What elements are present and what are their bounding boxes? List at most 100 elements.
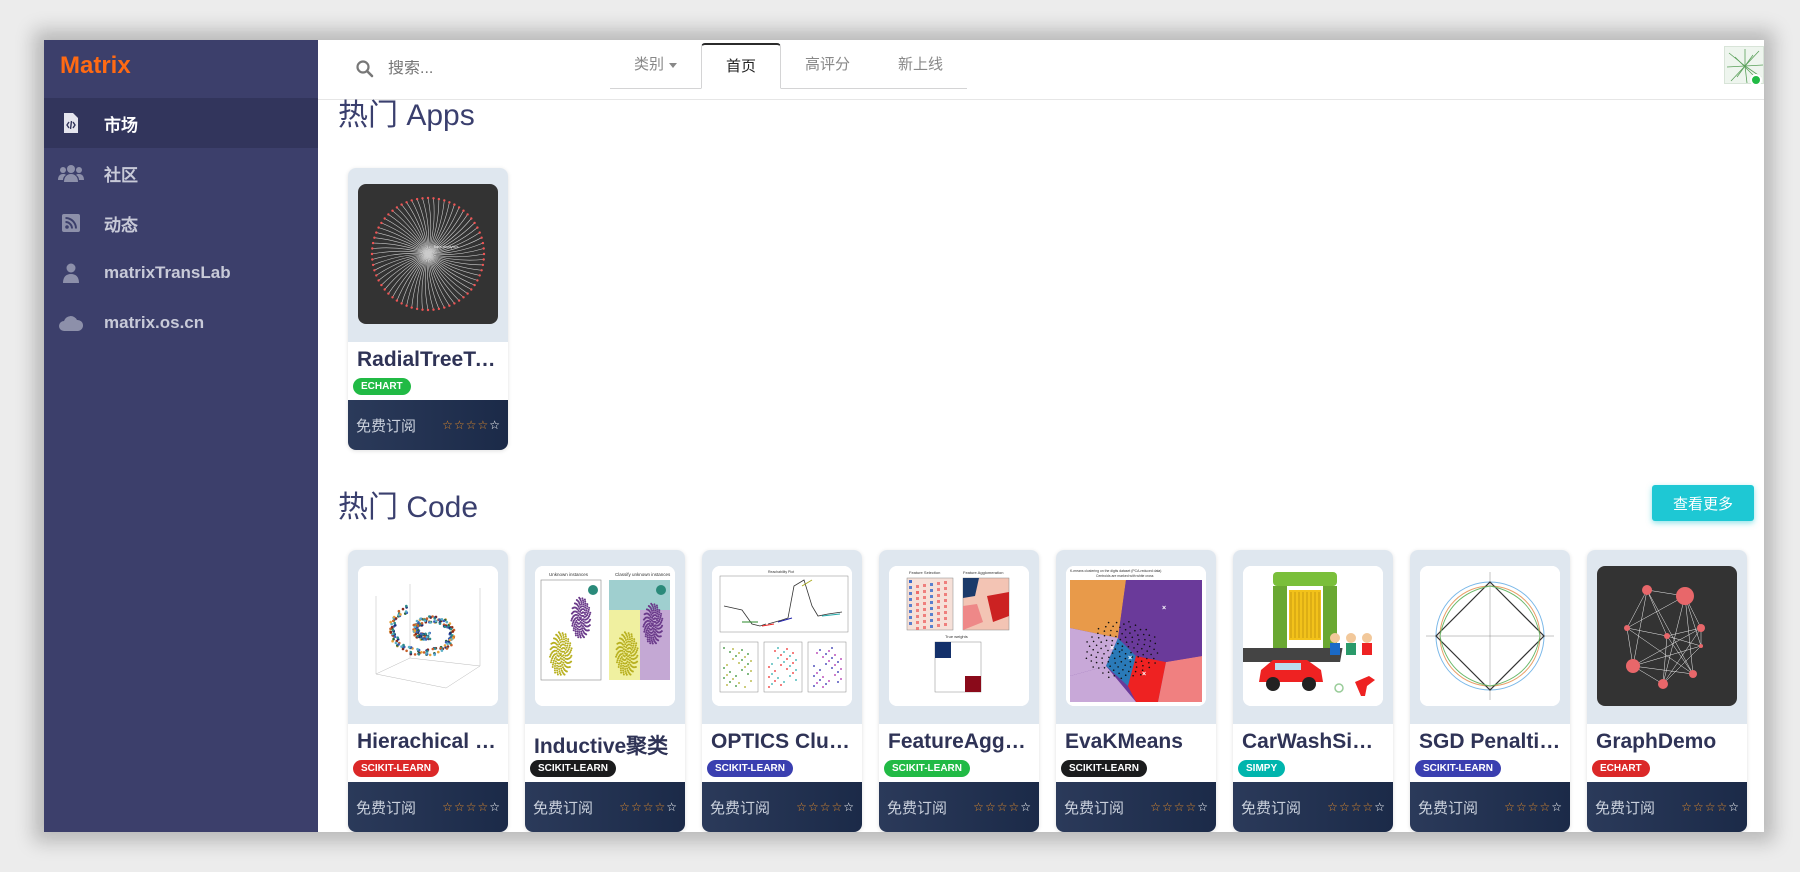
card-title[interactable]: CarWashSimpy (1233, 724, 1393, 758)
star-icon[interactable]: ☆ (808, 800, 819, 814)
app-card[interactable]: CarWashSimpy SIMPY 免费订阅 ☆ ☆ ☆ ☆ ☆ (1233, 550, 1393, 832)
star-icon[interactable]: ☆ (466, 800, 477, 814)
star-icon[interactable]: ☆ (1681, 800, 1692, 814)
code-file-icon (58, 112, 84, 134)
tab-2[interactable]: 首页 (701, 43, 782, 89)
app-card[interactable]: SGD Penalties SCIKIT-LEARN 免费订阅 ☆ ☆ ☆ ☆ ☆ (1410, 550, 1570, 832)
tab-label: 类别 (634, 56, 665, 73)
search-input[interactable] (388, 60, 568, 78)
star-icon[interactable]: ☆ (1516, 800, 1527, 814)
tab-4[interactable]: 新上线 (874, 43, 967, 88)
card-title[interactable]: OPTICS Clust... (702, 724, 862, 758)
star-icon[interactable]: ☆ (489, 800, 500, 814)
card-tag[interactable]: SCIKIT-LEARN (353, 760, 439, 777)
app-card[interactable]: Feature Selection Feature Agglomeration Tr… (879, 550, 1039, 832)
search-box[interactable] (356, 54, 586, 84)
card-title[interactable]: Inductive聚类 (525, 724, 685, 758)
card-title[interactable]: GraphDemo (1587, 724, 1747, 758)
star-icon[interactable]: ☆ (1008, 800, 1019, 814)
apps-section-title: 热门 Apps (338, 99, 475, 132)
star-icon[interactable]: ☆ (477, 418, 488, 432)
app-card[interactable]: Hierachical Cl... SCIKIT-LEARN 免费订阅 ☆ ☆ ☆ ☆ ☆ (348, 550, 508, 832)
card-thumbnail-area (1410, 550, 1570, 724)
card-title[interactable]: SGD Penalties (1410, 724, 1570, 758)
star-icon[interactable]: ☆ (1551, 800, 1562, 814)
brand-logo[interactable]: Matrix (44, 40, 318, 98)
star-icon[interactable]: ☆ (843, 800, 854, 814)
card-title[interactable]: Hierachical Cl... (348, 724, 508, 758)
app-card[interactable]: K-means clustering on the digits dataset… (1056, 550, 1216, 832)
star-icon[interactable]: ☆ (442, 800, 453, 814)
star-icon[interactable]: ☆ (1362, 800, 1373, 814)
star-icon[interactable]: ☆ (820, 800, 831, 814)
card-title[interactable]: EvaKMeans (1056, 724, 1216, 758)
subscribe-price[interactable]: 免费订阅 (356, 797, 416, 818)
card-title[interactable]: FeatureAgglo... (879, 724, 1039, 758)
card-tag[interactable]: SCIKIT-LEARN (884, 760, 970, 777)
star-icon[interactable]: ☆ (1374, 800, 1385, 814)
star-icon[interactable]: ☆ (1539, 800, 1550, 814)
subscribe-price[interactable]: 免费订阅 (1595, 797, 1655, 818)
star-icon[interactable]: ☆ (619, 800, 630, 814)
card-footer: 免费订阅 ☆ ☆ ☆ ☆ ☆ (525, 782, 685, 832)
star-icon[interactable]: ☆ (985, 800, 996, 814)
star-icon[interactable]: ☆ (489, 418, 500, 432)
view-more-button[interactable]: 查看更多 (1652, 485, 1754, 521)
card-tag[interactable]: SCIKIT-LEARN (1415, 760, 1501, 777)
star-icon[interactable]: ☆ (1693, 800, 1704, 814)
tab-3[interactable]: 高评分 (781, 43, 874, 88)
subscribe-price[interactable]: 免费订阅 (1241, 797, 1301, 818)
card-tag[interactable]: SIMPY (1238, 760, 1286, 777)
card-title[interactable]: RadialTreeTool (348, 342, 508, 376)
star-icon[interactable]: ☆ (997, 800, 1008, 814)
sidebar-item-2[interactable]: 社区 (44, 148, 318, 198)
star-icon[interactable]: ☆ (1728, 800, 1739, 814)
star-icon[interactable]: ☆ (973, 800, 984, 814)
star-icon[interactable]: ☆ (631, 800, 642, 814)
star-icon[interactable]: ☆ (1339, 800, 1350, 814)
app-card[interactable]: Reachability Plot OPTICS Clust... SCIKIT-L… (702, 550, 862, 832)
card-tag[interactable]: SCIKIT-LEARN (1061, 760, 1147, 777)
star-icon[interactable]: ☆ (442, 418, 453, 432)
star-icon[interactable]: ☆ (654, 800, 665, 814)
subscribe-price[interactable]: 免费订阅 (533, 797, 593, 818)
star-icon[interactable]: ☆ (1020, 800, 1031, 814)
sidebar-item-matrixtranslab[interactable]: matrixTransLab (44, 248, 318, 298)
star-icon[interactable]: ☆ (454, 418, 465, 432)
star-icon[interactable]: ☆ (1705, 800, 1716, 814)
star-icon[interactable]: ☆ (1351, 800, 1362, 814)
app-card[interactable]: flare.analytics RadialTreeTool ECHART 免费订阅 ☆… (348, 168, 508, 450)
tab-1[interactable]: 类别 (610, 43, 701, 88)
sidebar-item-matrix-os-cn[interactable]: matrix.os.cn (44, 298, 318, 348)
subscribe-price[interactable]: 免费订阅 (710, 797, 770, 818)
star-icon[interactable]: ☆ (1174, 800, 1185, 814)
sidebar-item-1[interactable]: 市场 (44, 98, 318, 148)
card-tag[interactable]: SCIKIT-LEARN (530, 760, 616, 777)
card-tag[interactable]: ECHART (353, 378, 411, 395)
star-icon[interactable]: ☆ (1197, 800, 1208, 814)
star-icon[interactable]: ☆ (666, 800, 677, 814)
app-card[interactable]: Unknown instances Classify unknown instan… (525, 550, 685, 832)
card-tag[interactable]: SCIKIT-LEARN (707, 760, 793, 777)
star-icon[interactable]: ☆ (477, 800, 488, 814)
card-tag[interactable]: ECHART (1592, 760, 1650, 777)
star-icon[interactable]: ☆ (454, 800, 465, 814)
subscribe-price[interactable]: 免费订阅 (1064, 797, 1124, 818)
star-icon[interactable]: ☆ (1150, 800, 1161, 814)
star-icon[interactable]: ☆ (1504, 800, 1515, 814)
optics-title: Reachability Plot (768, 570, 794, 574)
subscribe-price[interactable]: 免费订阅 (1418, 797, 1478, 818)
sidebar-item-3[interactable]: 动态 (44, 198, 318, 248)
subscribe-price[interactable]: 免费订阅 (887, 797, 947, 818)
star-icon[interactable]: ☆ (466, 418, 477, 432)
star-icon[interactable]: ☆ (796, 800, 807, 814)
subscribe-price[interactable]: 免费订阅 (356, 415, 416, 436)
star-icon[interactable]: ☆ (643, 800, 654, 814)
star-icon[interactable]: ☆ (1716, 800, 1727, 814)
star-icon[interactable]: ☆ (1185, 800, 1196, 814)
star-icon[interactable]: ☆ (831, 800, 842, 814)
star-icon[interactable]: ☆ (1528, 800, 1539, 814)
star-icon[interactable]: ☆ (1327, 800, 1338, 814)
star-icon[interactable]: ☆ (1162, 800, 1173, 814)
app-card[interactable]: GraphDemo ECHART 免费订阅 ☆ ☆ ☆ ☆ ☆ (1587, 550, 1747, 832)
